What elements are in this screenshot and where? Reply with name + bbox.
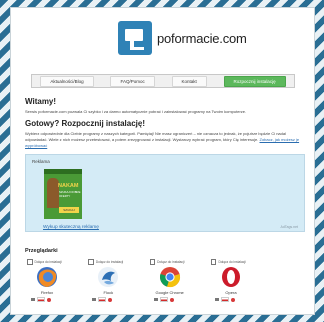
nav-item-contact[interactable]: Kontakt [171, 75, 207, 87]
browser-flock: Dołącz do instalacji Flock [88, 259, 134, 311]
main-nav: Aktualności/Blog FAQ/Pomoc Kontakt Rozpo… [31, 74, 295, 88]
ad-buy-link[interactable]: Wykup skuteczną reklamę [43, 225, 99, 230]
browser-name: Google Chrome [155, 290, 184, 295]
include-checkbox[interactable]: Dołącz do instalacji [210, 259, 257, 265]
ad-banner-subtitle: SZUKAJ DOBRE OFERTY [59, 190, 81, 198]
browser-firefox: Dołącz do instalacji Firefox [27, 259, 73, 311]
ready-heading: Gotowy? Rozpocznij instalację! [25, 119, 146, 128]
welcome-heading: Witamy! [25, 97, 57, 106]
include-checkbox[interactable]: Dołącz do instalacji [27, 259, 73, 265]
browser-name: Opera [225, 290, 237, 295]
browser-opera: Dołącz do instalacji Opera [210, 259, 257, 311]
chrome-icon[interactable] [159, 266, 181, 288]
ad-banner-title: NAKAM [58, 183, 79, 189]
ready-text: Wybierz odpowiednie dla Ciebie programy … [25, 131, 303, 149]
include-checkbox[interactable]: Dołącz do instalacji [149, 259, 196, 265]
language-flag-icon [159, 297, 168, 302]
download-icon[interactable] [47, 297, 51, 302]
logo-bar [130, 47, 144, 50]
language-flag-icon [220, 297, 229, 302]
browser-meta [153, 297, 174, 302]
opera-icon[interactable] [220, 266, 242, 288]
ad-box: Reklama NAKAM SZUKAJ DOBRE OFERTY SZUKAJ… [25, 154, 305, 232]
browser-name: Flock [103, 290, 114, 295]
checkbox-box[interactable] [27, 259, 33, 265]
logo-icon[interactable] [118, 21, 152, 55]
browser-name: Firefox [40, 290, 54, 295]
nav-item-faq[interactable]: FAQ/Pomoc [110, 75, 155, 87]
site-logo-text[interactable]: poformacie.com [157, 31, 247, 46]
ad-banner-stripe [44, 169, 82, 174]
browser-chrome: Dołącz do instalacji Google Chrome [149, 259, 196, 311]
page-frame: poformacie.com Aktualności/Blog FAQ/Pomo… [10, 7, 315, 315]
checkbox-label: Dołącz do instalacji [95, 259, 124, 264]
ad-banner[interactable]: NAKAM SZUKAJ DOBRE OFERTY SZUKAJ [44, 169, 82, 219]
nav-item-start-install[interactable]: Rozpocznij instalację [223, 75, 286, 87]
browser-meta [214, 297, 235, 302]
ad-provider-tag[interactable]: AdTags.net [280, 225, 298, 229]
logo-sheet [125, 29, 143, 41]
checkbox-label: Dołącz do instalacji [218, 259, 246, 264]
download-icon[interactable] [230, 297, 235, 302]
firefox-icon[interactable] [36, 266, 58, 288]
flock-icon[interactable] [97, 266, 119, 288]
browser-meta [31, 297, 51, 302]
size-icon [92, 298, 97, 301]
browsers-list: Dołącz do instalacji Firefox Dołącz do i… [27, 259, 257, 311]
checkbox-box[interactable] [210, 259, 217, 265]
size-icon [153, 298, 158, 301]
size-icon [31, 298, 35, 301]
ad-label: Reklama [32, 159, 50, 164]
checkbox-box[interactable] [88, 259, 94, 265]
welcome-text: Serwis poformacie.com pozwala Ci szybko … [25, 109, 247, 114]
browsers-heading: Przeglądarki [25, 248, 58, 254]
browser-meta [92, 297, 113, 302]
download-icon[interactable] [169, 297, 174, 302]
include-checkbox[interactable]: Dołącz do instalacji [88, 259, 134, 265]
ready-body: Wybierz odpowiednie dla Ciebie programy … [25, 131, 286, 142]
nav-item-blog[interactable]: Aktualności/Blog [40, 75, 94, 87]
language-flag-icon [37, 297, 45, 302]
checkbox-label: Dołącz do instalacji [34, 259, 62, 264]
language-flag-icon [98, 297, 107, 302]
size-icon [214, 298, 219, 301]
site-header: poformacie.com [11, 8, 314, 70]
checkbox-label: Dołącz do instalacji [157, 259, 185, 264]
ad-banner-button[interactable]: SZUKAJ [59, 207, 79, 213]
checkbox-box[interactable] [149, 259, 156, 265]
download-icon[interactable] [108, 297, 113, 302]
